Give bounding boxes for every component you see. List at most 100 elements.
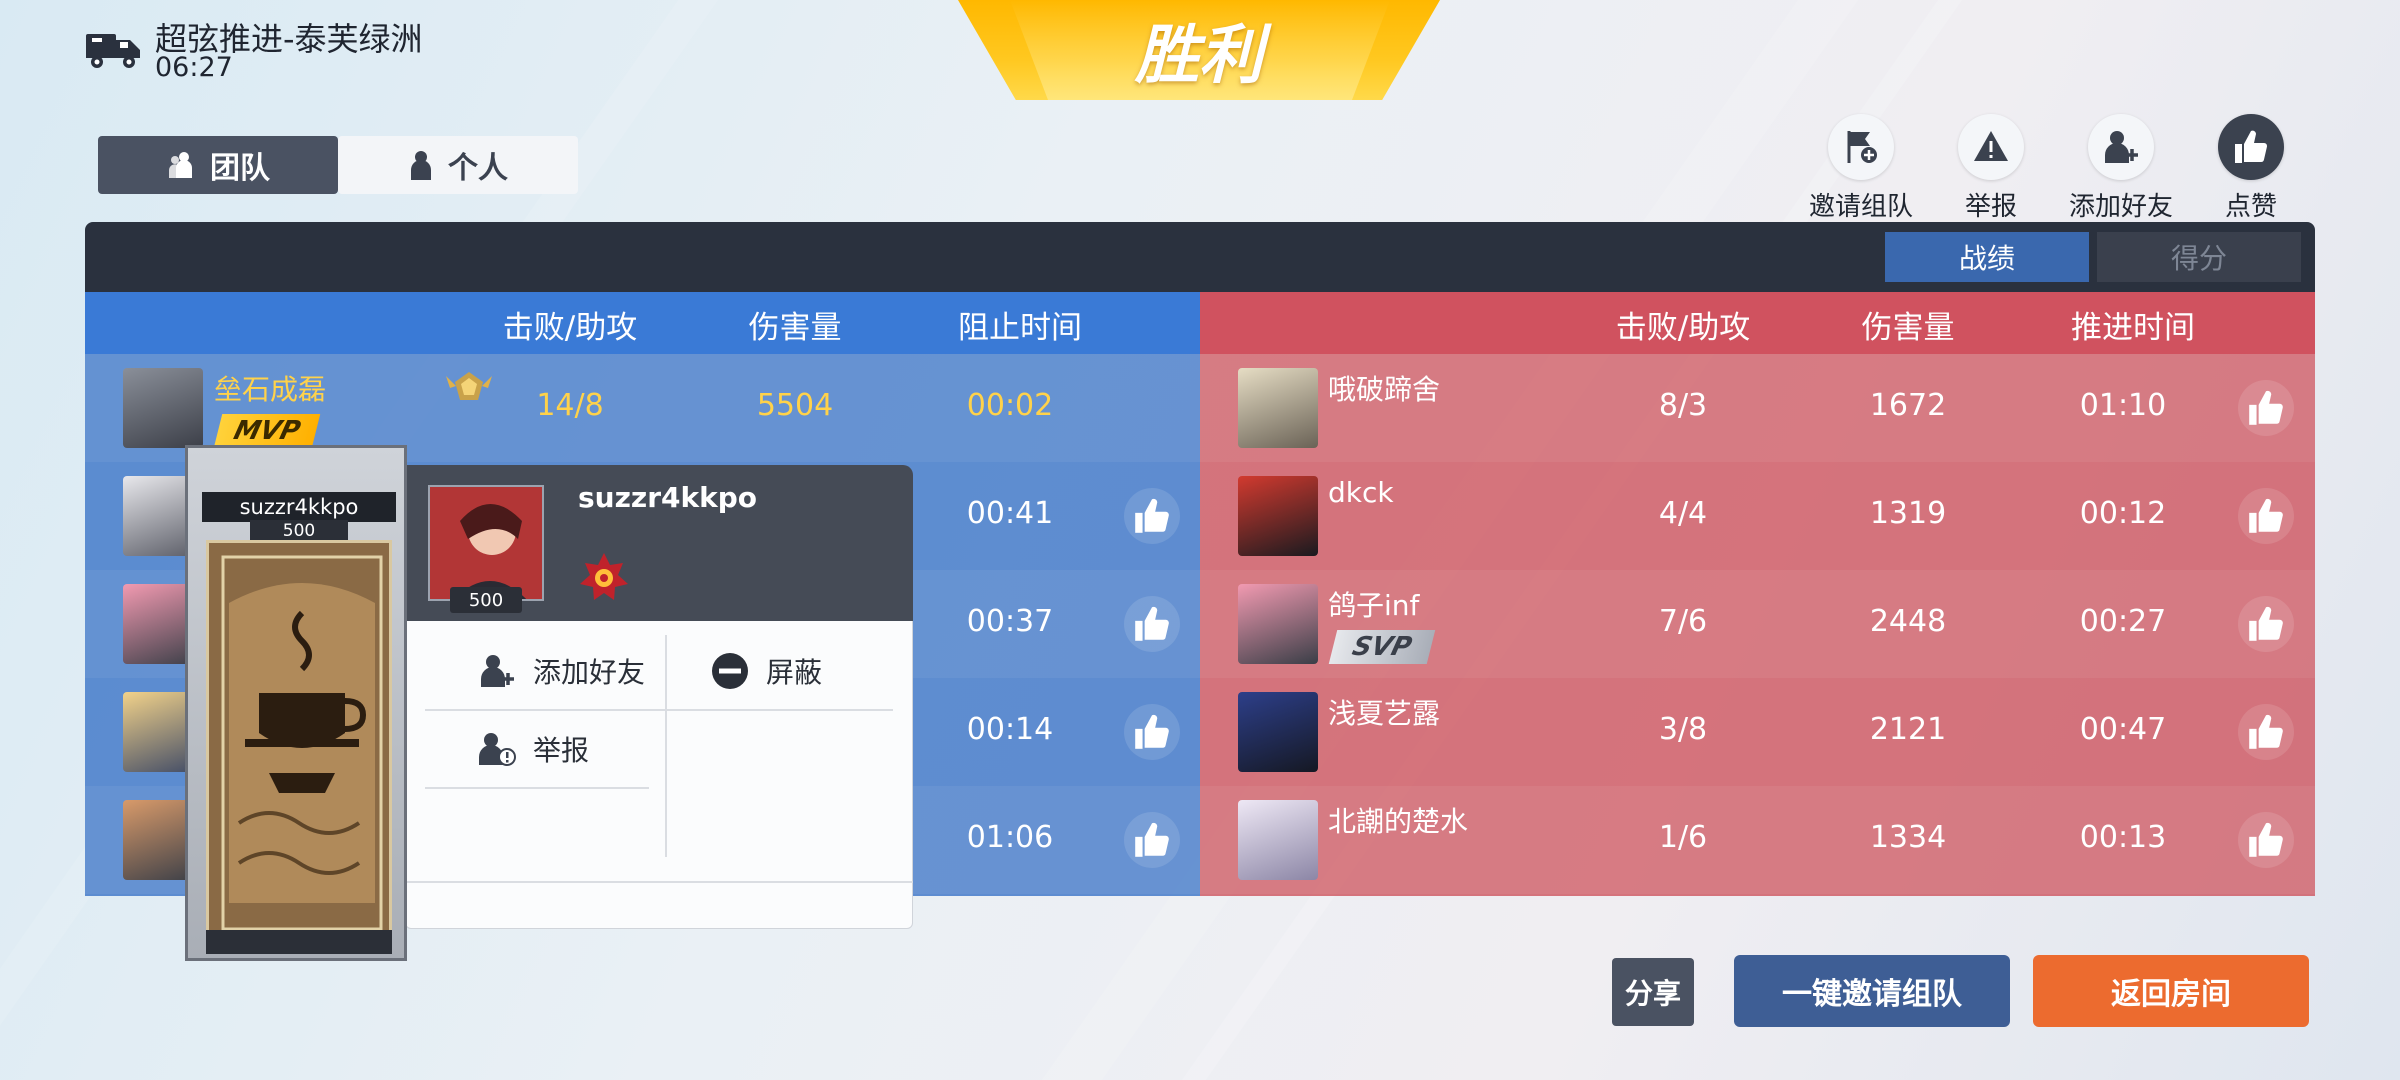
damage-value: 2121 [1869, 712, 1947, 747]
thumbs-up-icon [2235, 130, 2268, 163]
like-player-button[interactable] [2238, 488, 2294, 544]
popup-add-friend[interactable]: 添加好友 [477, 651, 645, 691]
avatar[interactable] [123, 368, 203, 448]
like-player-button[interactable] [2238, 380, 2294, 436]
like-player-button[interactable] [2238, 704, 2294, 760]
card-art [206, 540, 392, 940]
thumbs-up-icon [1135, 606, 1169, 641]
time-value: 00:13 [2079, 820, 2167, 855]
popup-block[interactable]: 屏蔽 [710, 651, 822, 691]
damage-value: 2448 [1869, 604, 1947, 639]
divider [425, 787, 649, 789]
red-header-time: 推进时间 [2071, 310, 2195, 346]
segment-score[interactable]: 得分 [2097, 232, 2301, 282]
kda-value: 3/8 [1658, 712, 1708, 747]
add-friend-button[interactable]: 添加好友 [2056, 114, 2186, 223]
avatar[interactable] [1238, 368, 1318, 448]
time-value: 00:27 [2079, 604, 2167, 639]
thumbs-up-icon [2249, 498, 2283, 533]
like-player-button[interactable] [2238, 596, 2294, 652]
add-friend-circle [2088, 114, 2154, 180]
like-label: 点赞 [2224, 192, 2277, 222]
damage-value: 1319 [1869, 496, 1947, 531]
player-name-card: suzzr4kkpo 500 [185, 445, 407, 961]
kda-value: 4/4 [1658, 496, 1708, 531]
like-player-button[interactable] [2238, 812, 2294, 868]
invite-all-button[interactable]: 一键邀请组队 [1734, 955, 2010, 1027]
card-level: 500 [250, 520, 348, 542]
warning-icon [1974, 131, 2008, 161]
thumbs-up-icon [2249, 606, 2283, 641]
time-value: 00:12 [2079, 496, 2167, 531]
report-label: 举报 [1964, 192, 2017, 222]
card-player-name: suzzr4kkpo [202, 492, 396, 522]
blue-header-time: 阻止时间 [958, 310, 1082, 346]
avatar[interactable] [1238, 584, 1318, 664]
thumbs-up-icon [1135, 714, 1169, 749]
player-name: dkck [1328, 476, 1394, 509]
invite-circle [1828, 114, 1894, 180]
like-circle [2218, 114, 2284, 180]
popup-level: 500 [450, 587, 522, 613]
invite-team-button[interactable]: 邀请组队 [1796, 114, 1926, 223]
player-name: 浅夏艺露 [1328, 697, 1441, 730]
block-icon [712, 653, 748, 689]
tab-personal-label: 个人 [448, 151, 508, 186]
card-bottom-bar [206, 930, 392, 954]
player-name: 垒石成磊 [214, 373, 327, 406]
red-header-damage: 伤害量 [1861, 310, 1955, 346]
time-value: 00:37 [966, 604, 1054, 639]
avatar[interactable] [1238, 476, 1318, 556]
report-circle [1958, 114, 2024, 180]
kda-value: 8/3 [1658, 388, 1708, 423]
kda-value: 14/8 [536, 388, 604, 423]
mvp-badge: MVP [213, 414, 321, 448]
thumbs-up-icon [1135, 822, 1169, 857]
truck-icon [84, 26, 144, 70]
add-user-icon [481, 655, 514, 687]
popup-report-label: 举报 [533, 734, 590, 767]
thumbs-up-icon [2249, 714, 2283, 749]
avatar[interactable] [1238, 800, 1318, 880]
popup-player-name: suzzr4kkpo [578, 481, 758, 514]
time-value: 00:02 [966, 388, 1054, 423]
avatar[interactable] [1238, 692, 1318, 772]
popup-block-label: 屏蔽 [766, 656, 823, 689]
player-name: 北謿的楚水 [1328, 805, 1469, 838]
damage-value: 1334 [1869, 820, 1947, 855]
tab-personal[interactable]: 个人 [338, 136, 578, 194]
like-player-button[interactable] [1124, 488, 1180, 544]
segment-record[interactable]: 战绩 [1885, 232, 2089, 282]
like-player-button[interactable] [1124, 704, 1180, 760]
kda-value: 7/6 [1658, 604, 1708, 639]
rank-star-icon [578, 551, 630, 607]
thumbs-up-icon [1135, 498, 1169, 533]
thumbs-up-icon [2249, 822, 2283, 857]
time-value: 01:06 [966, 820, 1054, 855]
match-time: 06:27 [155, 52, 233, 83]
popup-report[interactable]: 举报 [477, 729, 589, 769]
player-name: 鸽子inf [1328, 589, 1420, 622]
damage-value: 1672 [1869, 388, 1947, 423]
flag-plus-icon [1847, 131, 1877, 163]
player-name: 哦破蹄舍 [1328, 373, 1441, 406]
divider [425, 709, 893, 711]
back-to-room-button[interactable]: 返回房间 [2033, 955, 2309, 1027]
victory-text: 胜利 [1135, 19, 1263, 93]
share-button[interactable]: 分享 [1612, 958, 1694, 1026]
add-user-icon [2105, 131, 2138, 163]
svp-badge: SVP [1328, 630, 1436, 664]
popup-add-friend-label: 添加好友 [533, 656, 646, 689]
invite-team-label: 邀请组队 [1808, 192, 1913, 222]
report-button[interactable]: 举报 [1926, 114, 2056, 223]
add-friend-label: 添加好友 [2068, 192, 2173, 222]
red-header-kda: 击败/助攻 [1615, 310, 1751, 346]
like-button[interactable]: 点赞 [2186, 114, 2316, 223]
time-value: 00:47 [2079, 712, 2167, 747]
person-icon [411, 151, 431, 180]
like-player-button[interactable] [1124, 596, 1180, 652]
time-value: 00:41 [966, 496, 1054, 531]
tab-team[interactable]: 团队 [98, 136, 338, 194]
player-popup: 500 suzzr4kkpo 添加好友 屏蔽 举报 suzzr4kkpo 500 [185, 445, 913, 961]
like-player-button[interactable] [1124, 812, 1180, 868]
